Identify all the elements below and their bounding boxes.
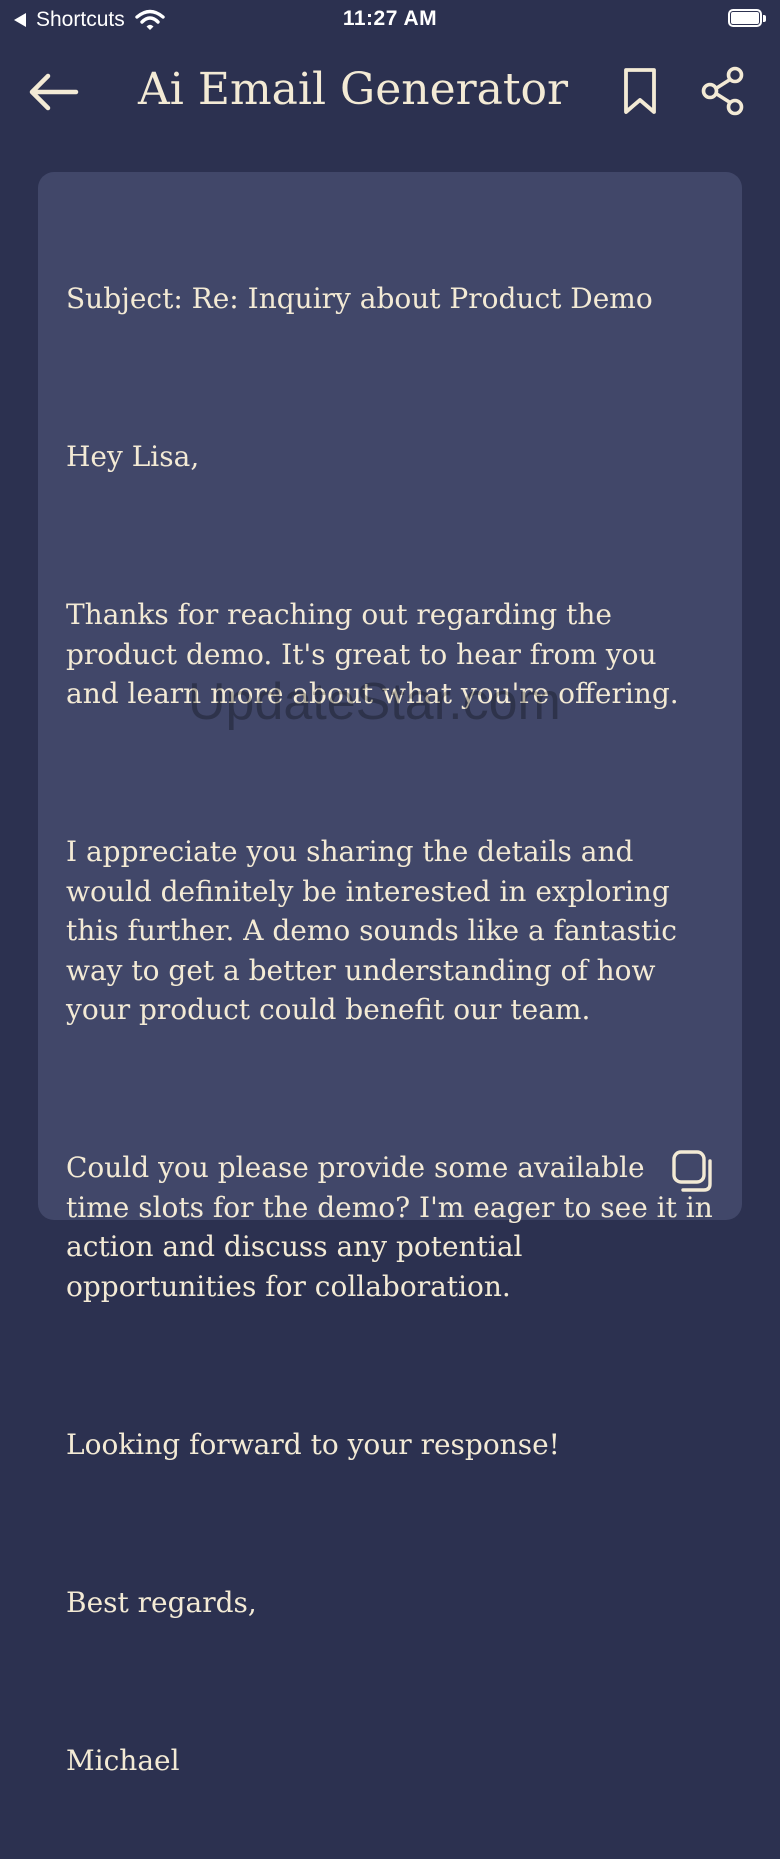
bookmark-button[interactable] — [618, 66, 662, 116]
page-title: Ai Email Generator — [138, 64, 569, 115]
email-paragraph-2: I appreciate you sharing the details and… — [66, 835, 686, 1026]
bookmark-icon — [624, 68, 656, 114]
arrow-left-icon — [29, 73, 79, 111]
copy-button[interactable] — [670, 1148, 716, 1194]
battery-icon — [728, 9, 766, 29]
email-greeting: Hey Lisa, — [66, 440, 200, 473]
share-button[interactable] — [700, 66, 748, 116]
share-icon — [701, 66, 744, 116]
copy-icon — [672, 1150, 712, 1192]
email-body[interactable]: Subject: Re: Inquiry about Product Demo … — [66, 200, 716, 1859]
nav-bar: Ai Email Generator — [0, 52, 780, 132]
status-bar: Shortcuts 11:27 AM — [0, 0, 780, 40]
email-closing-line: Looking forward to your response! — [66, 1427, 560, 1461]
back-button[interactable] — [24, 68, 82, 116]
email-signature: Michael — [66, 1743, 180, 1777]
status-time: 11:27 AM — [342, 7, 438, 30]
email-paragraph-1: Thanks for reaching out regarding the pr… — [66, 598, 679, 710]
email-sign-off: Best regards, — [66, 1585, 257, 1619]
email-card: Subject: Re: Inquiry about Product Demo … — [38, 172, 742, 1777]
email-subject: Subject: Re: Inquiry about Product Demo — [66, 282, 653, 315]
email-paragraph-3: Could you please provide some available … — [66, 1151, 722, 1303]
